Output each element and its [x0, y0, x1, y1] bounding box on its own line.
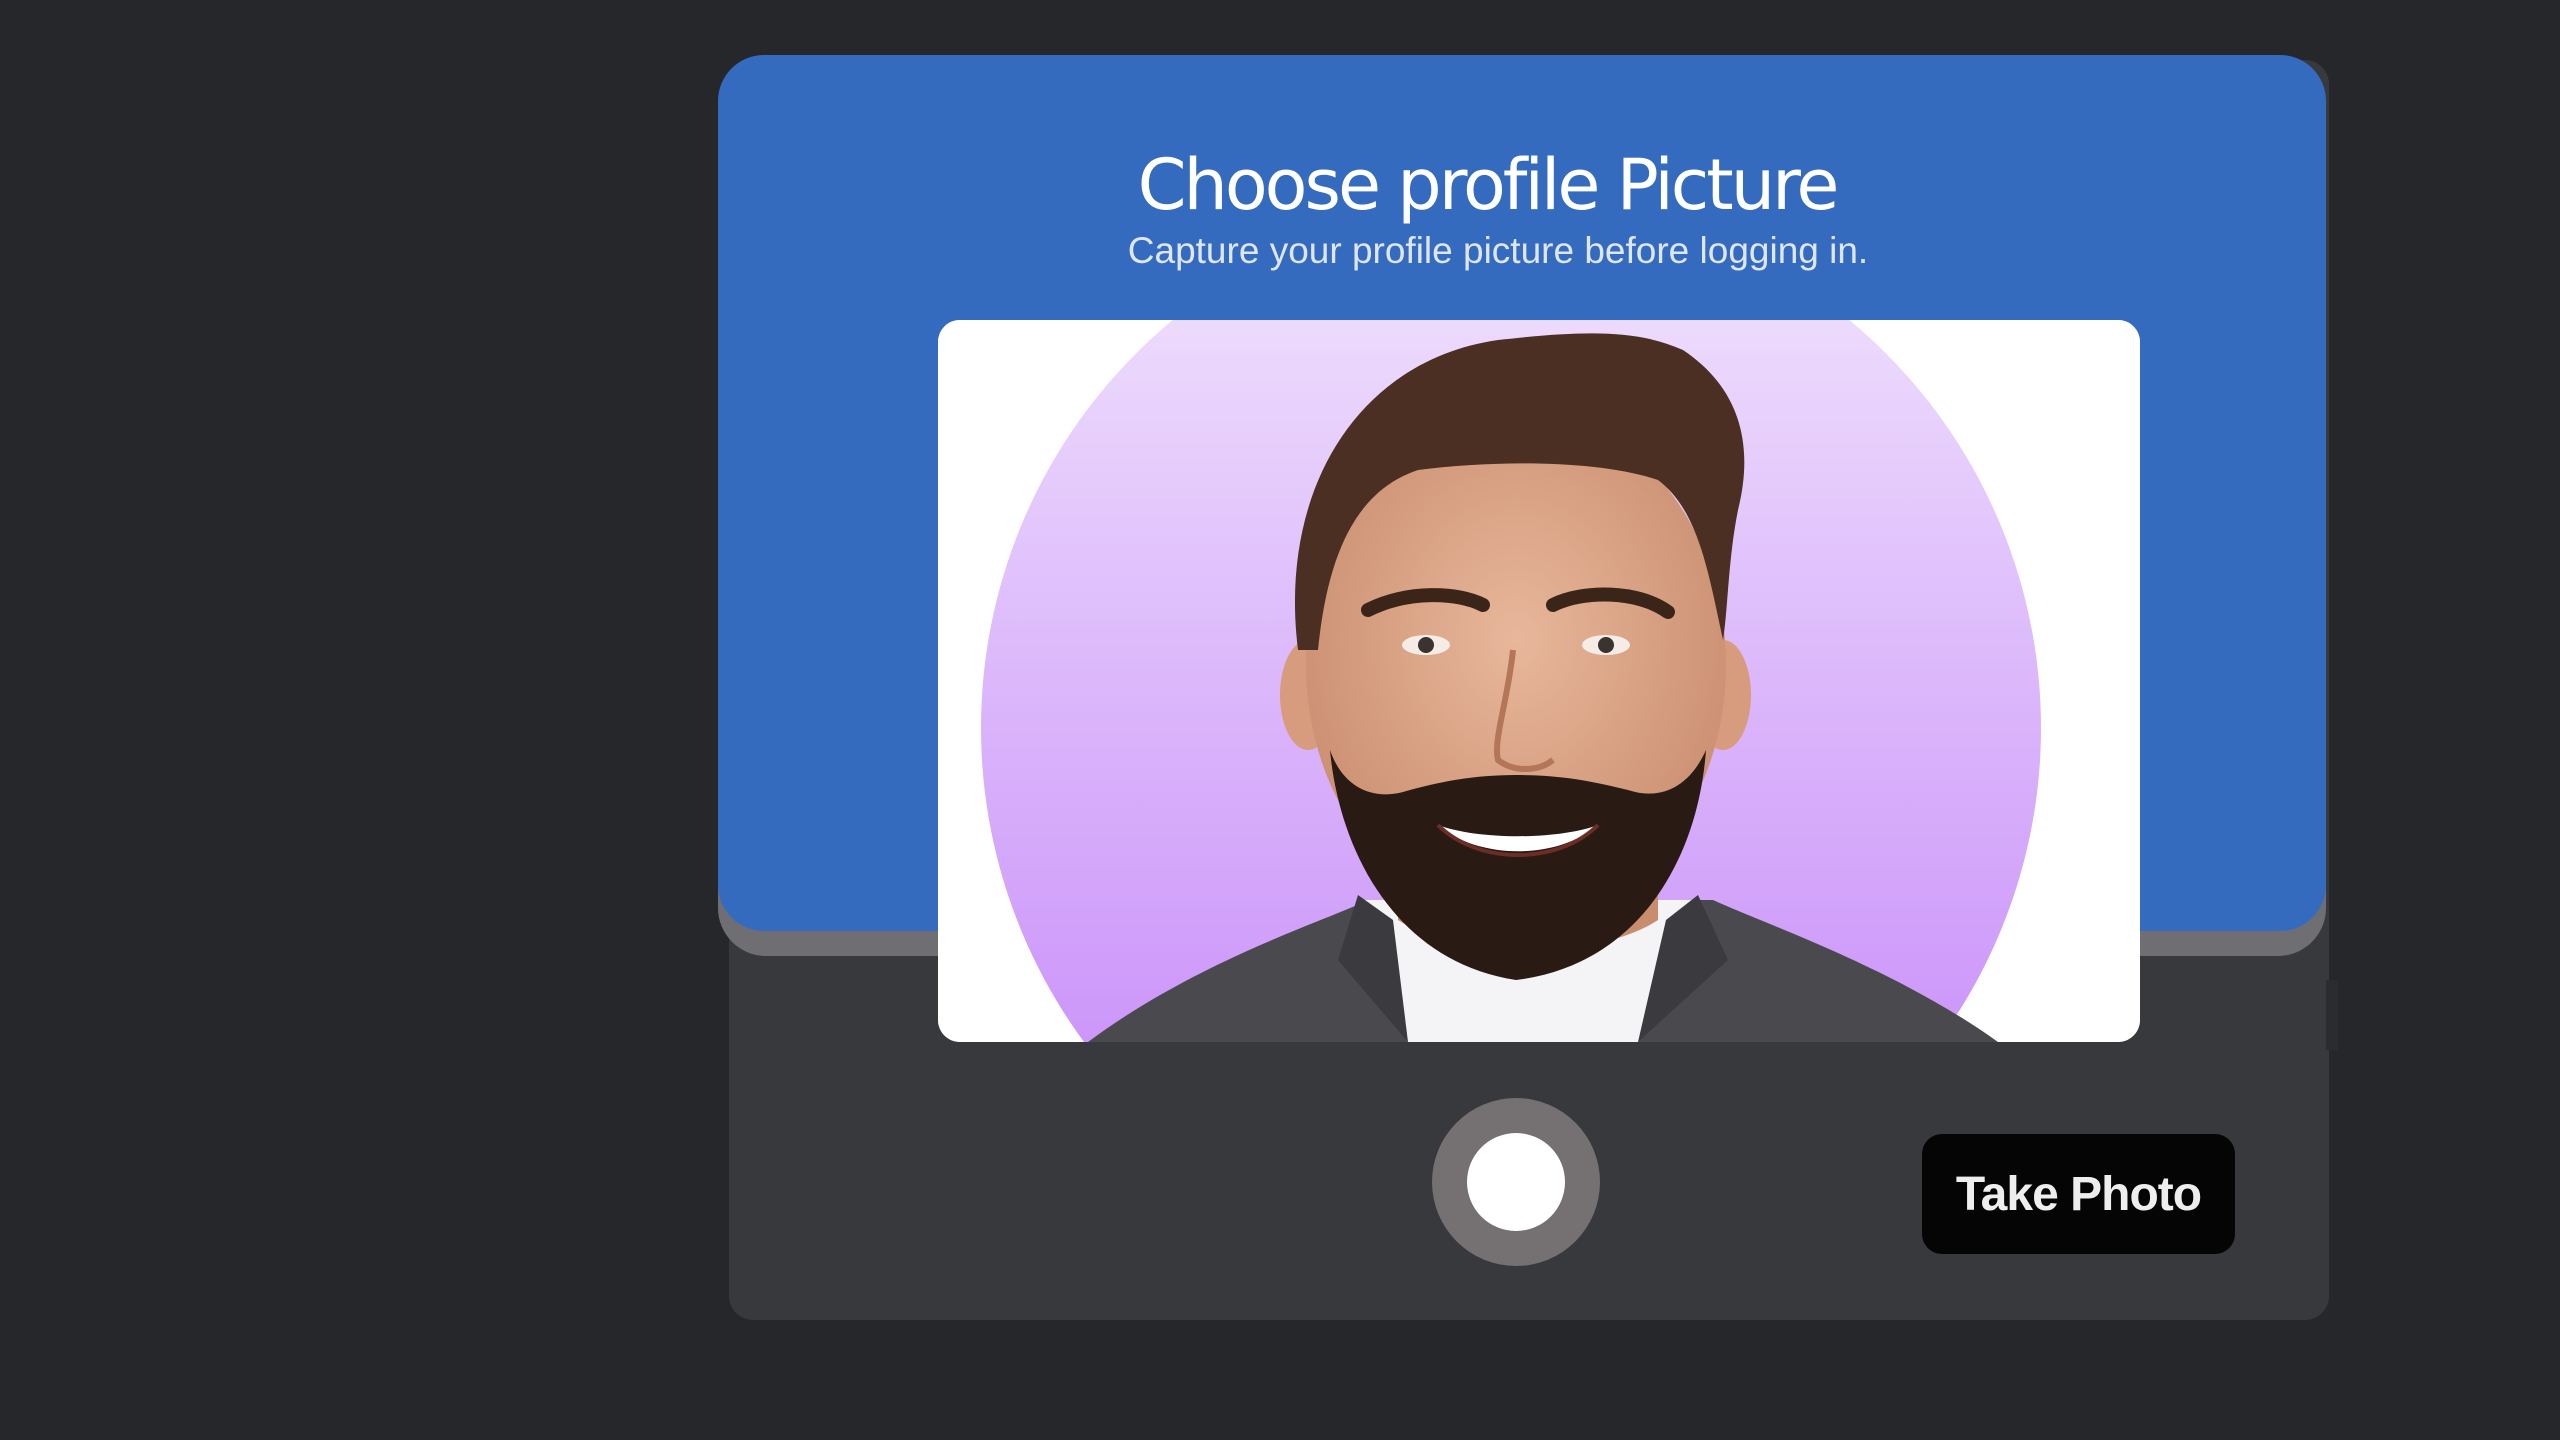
- shutter-button[interactable]: [1432, 1098, 1600, 1266]
- take-photo-button[interactable]: Take Photo: [1922, 1134, 2235, 1254]
- dialog-title: Choose profile Picture: [1137, 144, 1840, 226]
- camera-preview: [938, 320, 2140, 1042]
- panel-edge: [2326, 980, 2338, 1050]
- page-background: Choose profile Picture Capture your prof…: [0, 0, 2560, 1440]
- shutter-icon: [1467, 1133, 1565, 1231]
- dialog-subtitle: Capture your profile picture before logg…: [1127, 230, 1869, 271]
- profile-photo: [938, 320, 2140, 1042]
